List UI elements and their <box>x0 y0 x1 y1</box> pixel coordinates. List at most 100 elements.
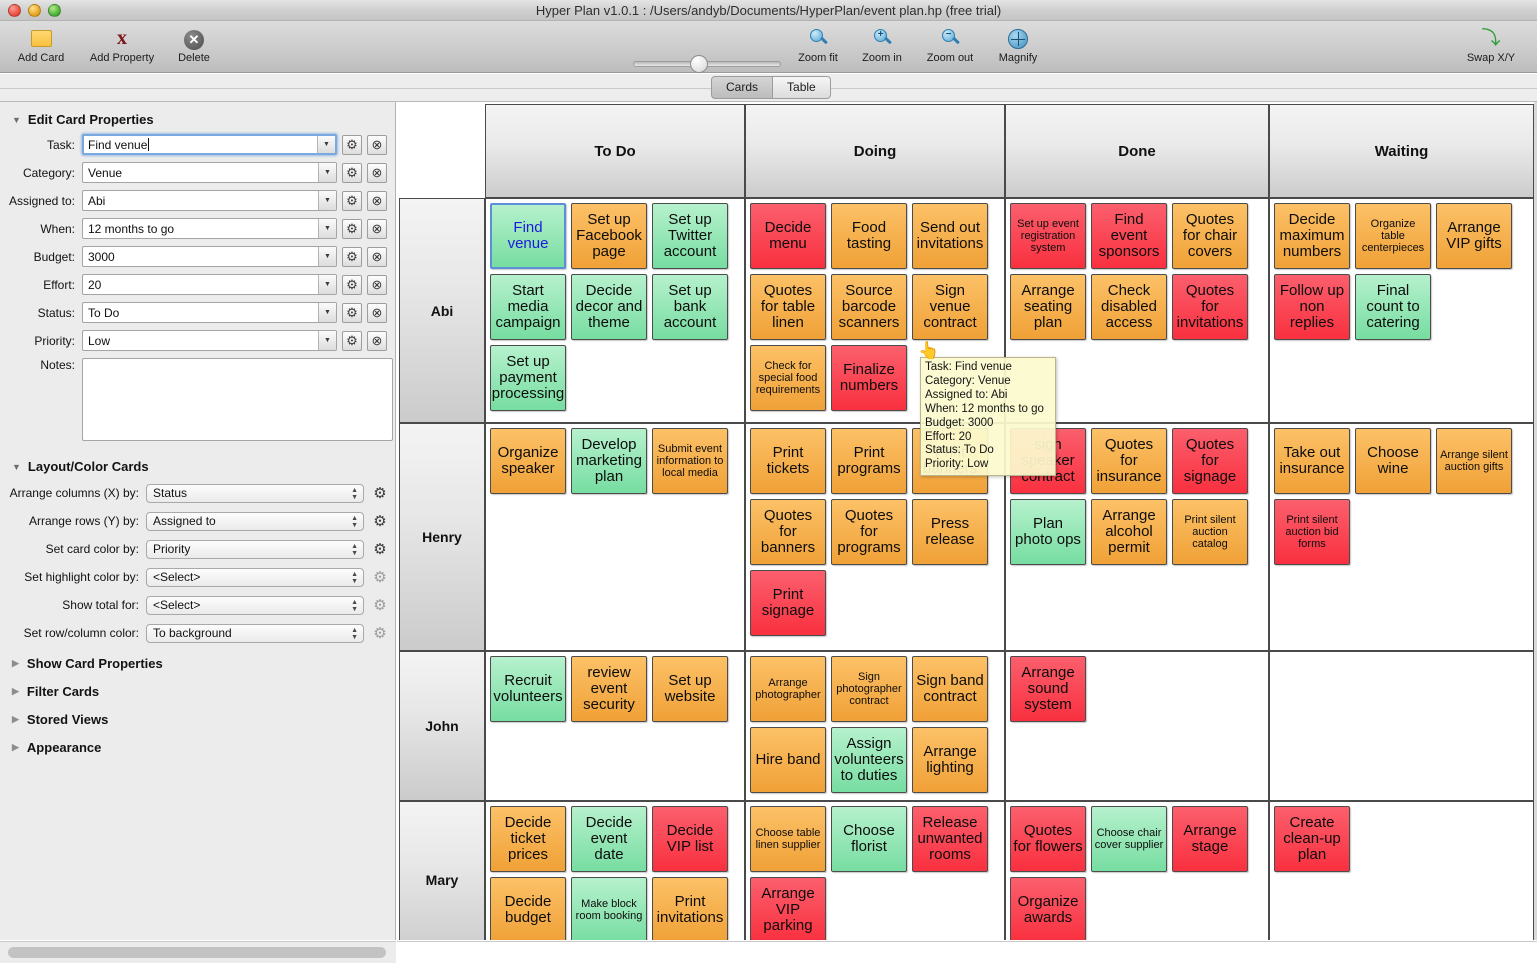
property-input[interactable]: Low ▼ <box>82 330 337 351</box>
magnify-button[interactable]: Magnify <box>991 24 1045 64</box>
property-gear-button[interactable]: ⚙ <box>342 218 362 239</box>
property-clear-button[interactable]: ⊗ <box>367 218 387 239</box>
card[interactable]: Final count to catering <box>1355 274 1431 340</box>
card[interactable]: Set up Twitter account <box>652 203 728 269</box>
layout-select[interactable]: <Select> ▲ ▼ <box>146 567 364 587</box>
board-cell[interactable] <box>1269 651 1534 801</box>
zoom-slider[interactable] <box>633 55 781 73</box>
layout-gear-button[interactable]: ⚙ <box>371 568 389 586</box>
card[interactable]: Print programs <box>831 428 907 494</box>
card[interactable]: Finalize numbers <box>831 345 907 411</box>
card[interactable]: Quotes for programs <box>831 499 907 565</box>
property-input[interactable]: Venue ▼ <box>82 162 337 183</box>
chevron-down-icon[interactable]: ▼ <box>318 163 336 182</box>
card[interactable]: Sign band contract <box>912 656 988 722</box>
row-header-john[interactable]: John <box>399 651 485 801</box>
card[interactable]: Arrange alcohol permit <box>1091 499 1167 565</box>
board-cell[interactable]: Quotes for flowers Choose chair cover sup… <box>1005 801 1269 940</box>
add-card-button[interactable]: Add Card <box>10 24 72 64</box>
card[interactable]: Arrange seating plan <box>1010 274 1086 340</box>
card[interactable]: Take out insurance <box>1274 428 1350 494</box>
card[interactable]: Hire band <box>750 727 826 793</box>
card[interactable]: Decide menu <box>750 203 826 269</box>
disclosure-triangle-down-icon[interactable]: ▼ <box>12 115 21 125</box>
property-gear-button[interactable]: ⚙ <box>342 274 362 295</box>
layout-gear-button[interactable]: ⚙ <box>371 596 389 614</box>
chevron-down-icon[interactable]: ▼ <box>318 331 336 350</box>
card[interactable]: Quotes for flowers <box>1010 806 1086 872</box>
delete-button[interactable]: ✕ Delete <box>168 24 220 64</box>
property-clear-button[interactable]: ⊗ <box>367 162 387 183</box>
card[interactable]: Choose wine <box>1355 428 1431 494</box>
card[interactable]: Quotes for signage <box>1172 428 1248 494</box>
card[interactable]: Send out invitations <box>912 203 988 269</box>
tab-cards[interactable]: Cards <box>711 76 774 99</box>
layout-gear-button[interactable]: ⚙ <box>371 624 389 642</box>
card[interactable]: Choose chair cover supplier <box>1091 806 1167 872</box>
add-property-button[interactable]: x Add Property <box>78 24 166 64</box>
property-clear-button[interactable]: ⊗ <box>367 190 387 211</box>
card[interactable]: Quotes for table linen <box>750 274 826 340</box>
stepper-arrows-icon[interactable]: ▲ ▼ <box>351 571 358 585</box>
card[interactable]: Arrange sound system <box>1010 656 1086 722</box>
chevron-down-icon[interactable]: ▼ <box>318 219 336 238</box>
disclosure-triangle-right-icon[interactable]: ▶ <box>12 742 19 753</box>
card[interactable]: review event security <box>571 656 647 722</box>
card[interactable]: Find event sponsors <box>1091 203 1167 269</box>
card[interactable]: Print tickets <box>750 428 826 494</box>
card[interactable]: Start media campaign <box>490 274 566 340</box>
chevron-down-icon[interactable]: ▼ <box>318 275 336 294</box>
property-input[interactable]: 20 ▼ <box>82 274 337 295</box>
section-stored-views[interactable]: ▶ Stored Views <box>0 712 395 727</box>
card[interactable]: Assign volunteers to duties <box>831 727 907 793</box>
stepper-arrows-icon[interactable]: ▲ ▼ <box>351 627 358 641</box>
card[interactable]: Decide budget <box>490 877 566 940</box>
row-header-henry[interactable]: Henry <box>399 423 485 651</box>
section-show-card-properties[interactable]: ▶ Show Card Properties <box>0 656 395 671</box>
board-cell[interactable]: Take out insurance Choose wine Arrange sil… <box>1269 423 1534 651</box>
card[interactable]: Decide ticket prices <box>490 806 566 872</box>
card[interactable]: Decide VIP list <box>652 806 728 872</box>
card[interactable]: Print silent auction catalog <box>1172 499 1248 565</box>
card[interactable]: Arrange photographer <box>750 656 826 722</box>
layout-color-cards-header[interactable]: ▼ Layout/Color Cards <box>12 459 395 474</box>
board-cell[interactable]: Organize speaker Develop marketing plan Su… <box>485 423 745 651</box>
swap-xy-button[interactable]: ⤵ Swap X/Y <box>1458 24 1524 64</box>
card[interactable]: Quotes for invitations <box>1172 274 1248 340</box>
card[interactable]: Sign photographer contract <box>831 656 907 722</box>
card[interactable]: Arrange silent auction gifts <box>1436 428 1512 494</box>
zoom-slider-knob[interactable] <box>690 55 708 73</box>
card[interactable]: Choose florist <box>831 806 907 872</box>
chevron-down-icon[interactable]: ▼ <box>317 136 335 153</box>
card[interactable]: Check disabled access <box>1091 274 1167 340</box>
card[interactable]: Quotes for chair covers <box>1172 203 1248 269</box>
card[interactable]: Set up Facebook page <box>571 203 647 269</box>
card[interactable]: Decide maximum numbers <box>1274 203 1350 269</box>
layout-gear-button[interactable]: ⚙ <box>371 540 389 558</box>
card[interactable]: Arrange VIP parking <box>750 877 826 940</box>
row-header-mary[interactable]: Mary <box>399 801 485 940</box>
column-header-waiting[interactable]: Waiting <box>1269 104 1534 198</box>
board-cell[interactable]: Choose table linen supplier Choose floris… <box>745 801 1005 940</box>
card[interactable]: Check for special food requirements <box>750 345 826 411</box>
property-clear-button[interactable]: ⊗ <box>367 274 387 295</box>
card[interactable]: Set up website <box>652 656 728 722</box>
property-gear-button[interactable]: ⚙ <box>342 246 362 267</box>
card[interactable]: Release unwanted rooms <box>912 806 988 872</box>
disclosure-triangle-right-icon[interactable]: ▶ <box>12 658 19 669</box>
zoom-out-button[interactable]: − Zoom out <box>920 24 980 64</box>
column-header-doing[interactable]: Doing <box>745 104 1005 198</box>
disclosure-triangle-down-icon[interactable]: ▼ <box>12 462 21 472</box>
card[interactable]: Organize table centerpieces <box>1355 203 1431 269</box>
card[interactable]: Make block room booking <box>571 877 647 940</box>
card[interactable]: Decide event date <box>571 806 647 872</box>
stepper-arrows-icon[interactable]: ▲ ▼ <box>351 515 358 529</box>
card[interactable]: Food tasting <box>831 203 907 269</box>
chevron-down-icon[interactable]: ▼ <box>318 191 336 210</box>
chevron-down-icon[interactable]: ▼ <box>318 303 336 322</box>
layout-select[interactable]: To background ▲ ▼ <box>146 623 364 643</box>
card[interactable]: Source barcode scanners <box>831 274 907 340</box>
card[interactable]: Print invitations <box>652 877 728 940</box>
zoom-fit-button[interactable]: Zoom fit <box>790 24 846 64</box>
layout-gear-button[interactable]: ⚙ <box>371 512 389 530</box>
